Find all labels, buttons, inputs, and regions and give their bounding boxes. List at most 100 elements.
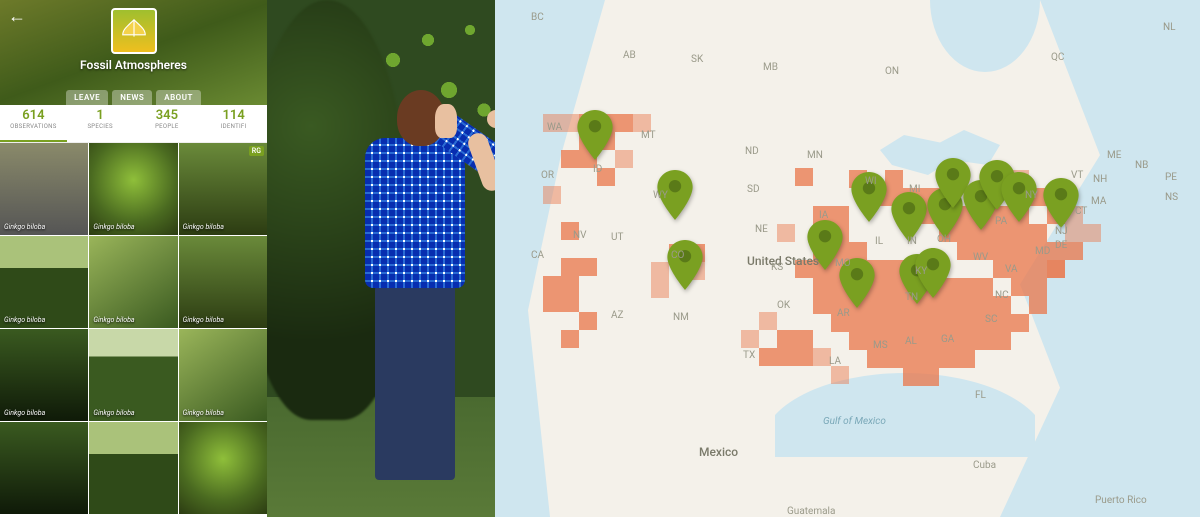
heat-cell <box>1029 278 1047 296</box>
heat-cell <box>795 348 813 366</box>
heat-cell <box>561 294 579 312</box>
heat-cell <box>957 296 975 314</box>
heat-cell <box>777 348 795 366</box>
observation-thumb[interactable]: Ginkgo biloba <box>0 236 88 328</box>
observation-thumb[interactable]: Ginkgo biloba <box>89 236 177 328</box>
observation-thumb[interactable]: Ginkgo biloba <box>0 329 88 421</box>
heat-cell <box>579 258 597 276</box>
observation-thumb[interactable] <box>0 422 88 514</box>
heat-cell <box>561 258 579 276</box>
stat-identifi[interactable]: 114 IDENTIFI <box>200 105 267 142</box>
heat-cell <box>1011 314 1029 332</box>
stats-bar: 614 OBSERVATIONS 1 SPECIES 345 PEOPLE 11… <box>0 105 267 143</box>
heat-cell <box>1029 260 1047 278</box>
water-label-gulf: Gulf of Mexico <box>823 416 886 427</box>
observation-map[interactable]: United States Mexico Cuba Guatemala Puer… <box>495 0 1200 517</box>
person-illustration <box>357 90 477 510</box>
heat-cell <box>903 350 921 368</box>
heat-cell <box>885 170 903 188</box>
project-title: Fossil Atmospheres <box>0 58 267 72</box>
heat-cell <box>975 296 993 314</box>
heat-cell <box>957 350 975 368</box>
observation-thumb[interactable]: Ginkgo biloba <box>179 236 267 328</box>
heat-cell <box>1083 224 1101 242</box>
heat-cell <box>579 312 597 330</box>
tab-leave[interactable]: LEAVE <box>66 90 108 105</box>
observation-thumb[interactable]: Ginkgo biloba <box>179 329 267 421</box>
country-label-cuba: Cuba <box>973 460 996 471</box>
project-header: ← Fossil Atmospheres LEAVE NEWS ABOUT <box>0 0 267 105</box>
heat-cell <box>867 314 885 332</box>
heat-cell <box>921 314 939 332</box>
field-photo <box>267 0 495 517</box>
observation-thumb[interactable] <box>89 422 177 514</box>
heat-cell <box>903 314 921 332</box>
map-pin-icon[interactable] <box>667 240 703 290</box>
heat-cell <box>615 114 633 132</box>
heat-cell <box>543 276 561 294</box>
heat-cell <box>975 332 993 350</box>
heat-cell <box>813 296 831 314</box>
heat-cell <box>615 150 633 168</box>
heat-cell <box>795 330 813 348</box>
heat-cell <box>939 314 957 332</box>
heat-cell <box>921 350 939 368</box>
observation-thumb[interactable]: Ginkgo biloba <box>89 143 177 235</box>
heat-cell <box>993 242 1011 260</box>
stat-observations[interactable]: 614 OBSERVATIONS <box>0 105 67 142</box>
observation-thumb[interactable]: Ginkgo biloba <box>0 143 88 235</box>
heat-cell <box>813 278 831 296</box>
observation-grid: Ginkgo biloba Ginkgo biloba RGGinkgo bil… <box>0 143 267 517</box>
heat-cell <box>975 278 993 296</box>
heat-cell <box>885 350 903 368</box>
observation-thumb[interactable] <box>179 422 267 514</box>
heat-cell <box>957 314 975 332</box>
project-avatar[interactable] <box>111 8 157 54</box>
heat-cell <box>849 314 867 332</box>
heat-cell <box>903 368 921 386</box>
heat-cell <box>759 312 777 330</box>
country-label-pr: Puerto Rico <box>1095 495 1147 506</box>
map-pin-icon[interactable] <box>891 192 927 242</box>
tab-about[interactable]: ABOUT <box>156 90 201 105</box>
heat-cell <box>1011 242 1029 260</box>
country-label-guatemala: Guatemala <box>787 506 835 517</box>
research-grade-badge: RG <box>249 146 264 156</box>
heat-cell <box>939 350 957 368</box>
heat-cell <box>543 186 561 204</box>
tab-news[interactable]: NEWS <box>112 90 152 105</box>
heat-cell <box>921 368 939 386</box>
heat-cell <box>921 332 939 350</box>
heat-cell <box>561 276 579 294</box>
heat-cell <box>777 330 795 348</box>
app-panel: ← Fossil Atmospheres LEAVE NEWS ABOUT 61… <box>0 0 267 517</box>
heat-cell <box>1029 296 1047 314</box>
map-pin-icon[interactable] <box>577 110 613 160</box>
heat-cell <box>1011 278 1029 296</box>
heat-cell <box>831 366 849 384</box>
heat-cell <box>777 224 795 242</box>
heat-cell <box>885 314 903 332</box>
heat-cell <box>561 330 579 348</box>
stat-people[interactable]: 345 PEOPLE <box>134 105 201 142</box>
header-tabs: LEAVE NEWS ABOUT <box>0 90 267 105</box>
observation-thumb[interactable]: RGGinkgo biloba <box>179 143 267 235</box>
heat-cell <box>957 332 975 350</box>
back-icon[interactable]: ← <box>8 6 26 27</box>
heat-cell <box>759 348 777 366</box>
observation-thumb[interactable]: Ginkgo biloba <box>89 329 177 421</box>
stat-species[interactable]: 1 SPECIES <box>67 105 134 142</box>
heat-cell <box>1047 260 1065 278</box>
map-pin-icon[interactable] <box>1043 178 1079 228</box>
heat-cell <box>1065 242 1083 260</box>
heat-cell <box>1011 224 1029 242</box>
heat-cell <box>849 332 867 350</box>
heat-cell <box>867 350 885 368</box>
heat-cell <box>957 278 975 296</box>
heat-cell <box>741 330 759 348</box>
heat-cell <box>993 332 1011 350</box>
country-label-mexico: Mexico <box>699 445 738 459</box>
heat-cell <box>939 296 957 314</box>
heat-cell <box>543 294 561 312</box>
heat-cell <box>795 168 813 186</box>
